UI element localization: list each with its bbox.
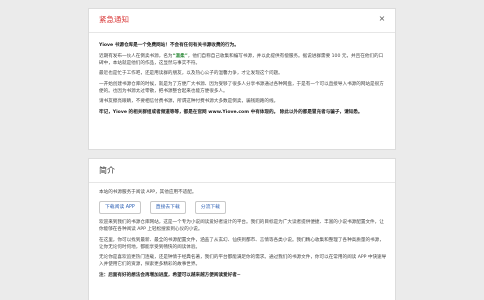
notice-paragraph-discovery: 最近也是忙于工作吧，还是用读群的朋友，以及热心公子的温馨力争，才让发现这个问题。 [99,71,283,76]
intro-lead: 本站的书源服务于阅读 APP，其他应用不适配。 [99,190,197,195]
download-button-row: 下载阅读 APP 直接去下载 分流下载 [99,201,387,214]
intro-paragraph-explore: 无论你是喜欢追更热门连载，还是钟情于经典名著，我们的平台都能满足你的需求。通过我… [99,255,387,267]
notice-paragraph-origin: 一开始创建书源仓库的时候，就是为了方便广大书源、因为受够了很多人分享书源通过各种… [99,81,384,94]
download-app-button[interactable]: 下载阅读 APP [99,201,141,214]
notice-paragraph-scam: 近期有发布一伙人在倒卖书源，名为“温柔”，他们自称自己收集和编写书源，并以此提供… [99,53,387,67]
notice-paragraph-warning: 请书友擦亮眼睛，不要相信付费书源，所谓这种付费书源大多数是倒卖，骗钱跑路的线。 [99,99,279,104]
intro-body: 本站的书源服务于阅读 APP，其他应用不适配。 下载阅读 APP 直接去下载 分… [99,189,387,282]
page: 紧急通知 × Yiove 书源仓库是一个免费网站！不会有任何有关书源收费的行为。… [0,0,484,300]
urgent-notice-card: 紧急通知 × Yiove 书源仓库是一个免费网站！不会有任何有关书源收费的行为。… [88,8,396,150]
intro-paragraph-note: 注：后面有好的想法会再增加进度，希望可以越来越方便阅读爱好者~ [99,272,241,278]
intro-paragraph-content: 在这里，你可以找到最新、最全的书源配置文件，涵盖了从玄幻、仙侠到都市、言情等各类… [99,237,384,250]
close-button[interactable]: × [377,14,387,24]
notice-paragraph-free: Yiove 书源仓库是一个免费网站！不会有任何有关书源收费的行为。 [99,43,239,48]
notice-divider [89,32,395,33]
mirror-download-button[interactable]: 分流下载 [194,201,226,214]
intro-card: 简介 本站的书源服务于阅读 APP，其他应用不适配。 下载阅读 APP 直接去下… [88,158,396,300]
intro-divider [89,182,395,183]
intro-paragraph-welcome: 欢迎来到我们的书源仓库网站，这是一个专为小说阅读爱好者设计的平台。我们的目标是为… [99,220,384,232]
intro-title: 简介 [99,166,115,175]
notice-scam-text-before: 近期有发布一伙人在倒卖书源，名为 [99,53,173,59]
notice-body: Yiove 书源仓库是一个免费网站！不会有任何有关书源收费的行为。 近期有发布一… [99,42,387,119]
notice-paragraph-official: 牢记，Yiove 的相关群组或者频道等等，都是在官网 www.Yiove.com… [99,109,363,115]
direct-download-button[interactable]: 直接去下载 [149,201,186,214]
notice-title: 紧急通知 [99,15,129,24]
notice-scam-highlight: “温柔” [172,53,188,59]
